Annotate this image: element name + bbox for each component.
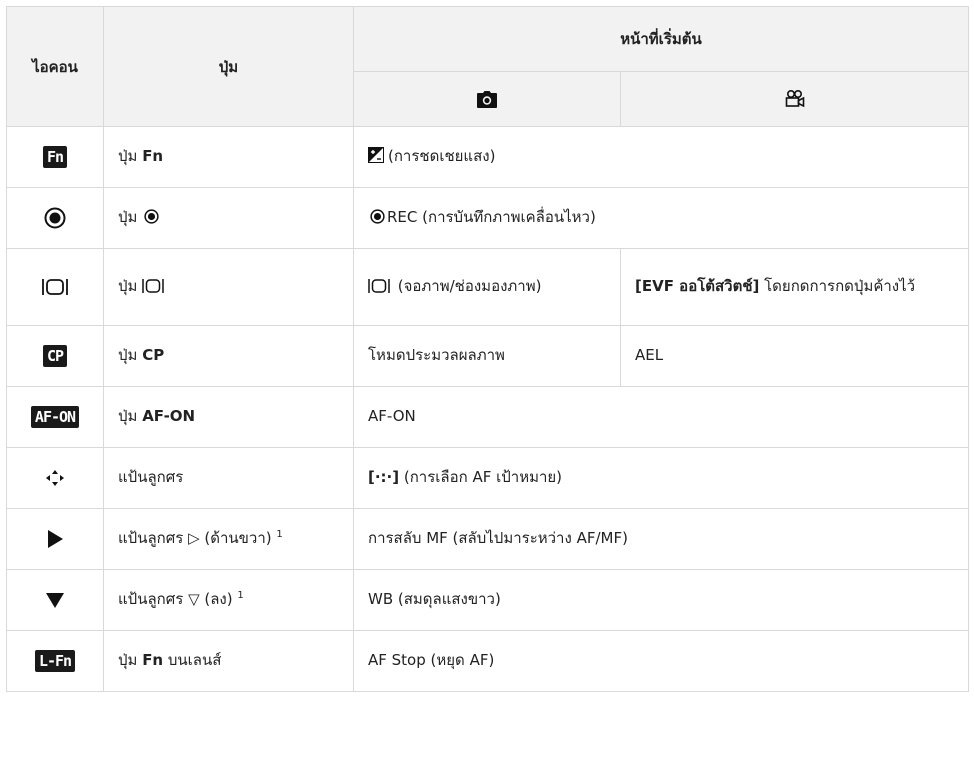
fn-button-icon: Fn <box>42 146 68 168</box>
cp-button-icon: CP <box>42 345 68 367</box>
camera-icon <box>477 91 497 108</box>
table-row: แป้นลูกศร [·:·] (การเลือก AF เป้าหมาย) <box>6 447 969 509</box>
button-cell: ปุ่ม AF-ON <box>103 386 354 448</box>
table-row: แป้นลูกศร ▷ (ด้านขวา) 1 การสลับ MF (สลับ… <box>6 508 969 570</box>
lv-icon <box>142 279 164 294</box>
button-cell: ปุ่ม <box>103 248 354 326</box>
button-cell: ปุ่ม <box>103 187 354 249</box>
rec-button-icon <box>44 207 66 229</box>
table-row: AF-ON ปุ่ม AF-ON AF-ON <box>6 386 969 448</box>
table-row: ปุ่ม (จอภาพ/ช่องมองภาพ) [EVF ออโต้สวิตช์… <box>6 248 969 326</box>
rec-icon <box>370 209 385 225</box>
header-photo-mode <box>353 71 621 127</box>
arrow-pad-icon <box>46 470 64 486</box>
function-cell-photo: (จอภาพ/ช่องมองภาพ) <box>353 248 621 326</box>
header-icon: ไอคอน <box>6 6 104 127</box>
button-cell: ปุ่ม CP <box>103 325 354 387</box>
table-row: ปุ่ม REC (การบันทึกภาพเคลื่อนไหว) <box>6 187 969 249</box>
arrow-right-icon <box>48 530 63 548</box>
function-cell: WB (สมดุลแสงขาว) <box>353 569 969 631</box>
header-default-function: หน้าที่เริ่มต้น <box>353 6 969 72</box>
function-cell: AF-ON <box>353 386 969 448</box>
header-button: ปุ่ม <box>103 6 354 127</box>
rec-icon <box>144 209 159 225</box>
button-cell: แป้นลูกศร ▷ (ด้านขวา) 1 <box>103 508 354 570</box>
function-cell: (การชดเชยแสง) <box>353 126 969 188</box>
function-cell: [·:·] (การเลือก AF เป้าหมาย) <box>353 447 969 509</box>
function-cell-movie: [EVF ออโต้สวิตช์] โดยกดการกดปุ่มค้างไว้ <box>620 248 969 326</box>
function-cell: REC (การบันทึกภาพเคลื่อนไหว) <box>353 187 969 249</box>
header-movie-mode <box>620 71 969 127</box>
function-cell: AF Stop (หยุด AF) <box>353 630 969 692</box>
arrow-down-icon <box>46 593 64 609</box>
af-on-button-icon: AF-ON <box>30 406 80 428</box>
function-cell-movie: AEL <box>620 325 969 387</box>
right-triangle-icon: ▷ <box>188 529 200 548</box>
button-function-table: ไอคอน ปุ่ม หน้าที่เริ่มต้น Fn ปุ่ม Fn (ก… <box>6 6 969 692</box>
button-cell: แป้นลูกศร ▽ (ลง) 1 <box>103 569 354 631</box>
footnote-marker: 1 <box>237 590 244 602</box>
exposure-compensation-icon <box>368 147 384 164</box>
table-row: CP ปุ่ม CP โหมดประมวลผลภาพ AEL <box>6 325 969 387</box>
table-row: L-Fn ปุ่ม Fn บนเลนส์ AF Stop (หยุด AF) <box>6 630 969 692</box>
table-row: แป้นลูกศร ▽ (ลง) 1 WB (สมดุลแสงขาว) <box>6 569 969 631</box>
button-cell: ปุ่ม Fn <box>103 126 354 188</box>
button-cell: ปุ่ม Fn บนเลนส์ <box>103 630 354 692</box>
button-cell: แป้นลูกศร <box>103 447 354 509</box>
table-row: Fn ปุ่ม Fn (การชดเชยแสง) <box>6 126 969 188</box>
footnote-marker: 1 <box>276 529 283 541</box>
down-triangle-icon: ▽ <box>188 590 200 609</box>
lv-button-icon <box>42 279 68 296</box>
function-cell-photo: โหมดประมวลผลภาพ <box>353 325 621 387</box>
lv-icon <box>368 279 390 294</box>
l-fn-button-icon: L-Fn <box>34 650 76 672</box>
function-cell: การสลับ MF (สลับไปมาระหว่าง AF/MF) <box>353 508 969 570</box>
movie-camera-icon <box>785 90 804 108</box>
